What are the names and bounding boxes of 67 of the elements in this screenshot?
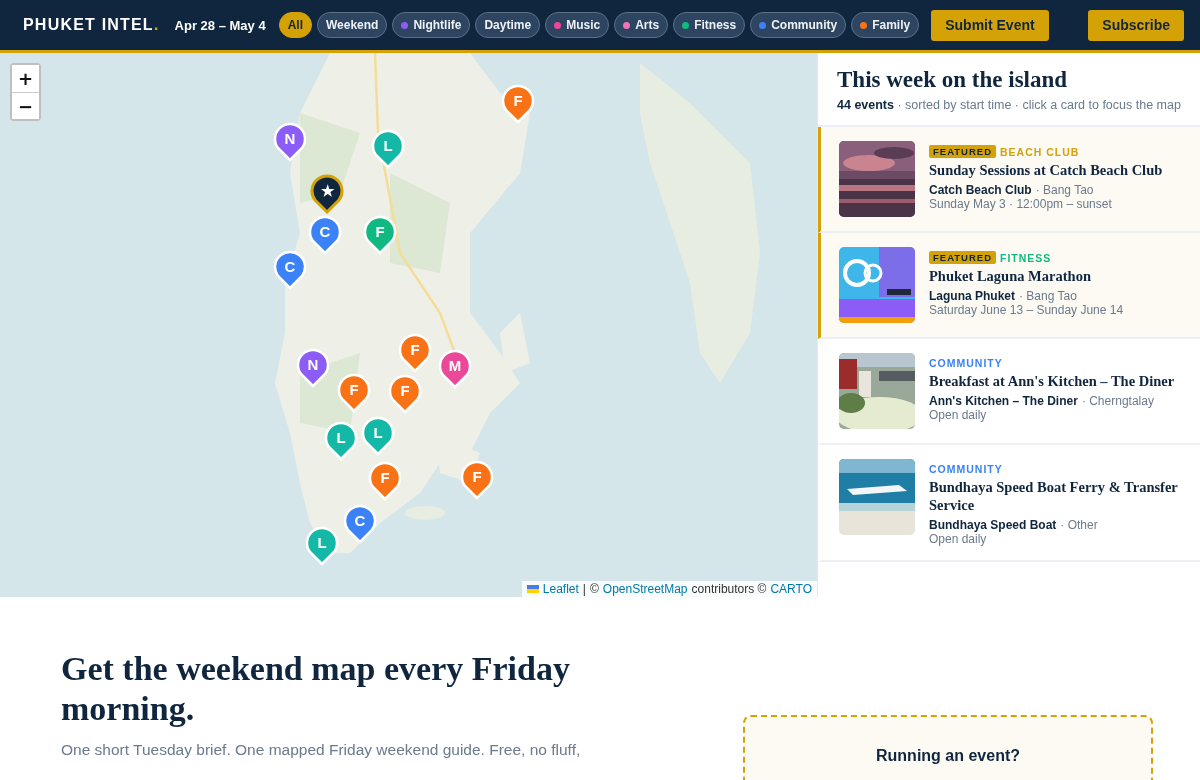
logo-dot: .	[153, 15, 159, 35]
map-marker[interactable]: N	[273, 122, 307, 162]
venue-name: Ann's Kitchen – The Diner	[929, 394, 1078, 408]
submit-event-button[interactable]: Submit Event	[931, 9, 1049, 41]
featured-badge: FEATURED	[929, 145, 997, 158]
map-marker[interactable]: C	[273, 250, 307, 290]
map-marker[interactable]: C	[343, 504, 377, 544]
event-time: Sunday May 3 · 12:00pm – sunset	[929, 197, 1113, 211]
filter-chip[interactable]: Family	[851, 12, 920, 38]
category-label: COMMUNITY	[929, 357, 1003, 369]
area-name: · Other	[1060, 518, 1098, 532]
carto-link[interactable]: CARTO	[770, 582, 812, 596]
filter-chip[interactable]: Daytime	[475, 12, 541, 38]
filter-chip[interactable]: Nightlife	[392, 12, 471, 38]
newsletter-heading: Get the weekend map every Friday morning.	[61, 649, 571, 729]
filter-chip[interactable]: Arts	[614, 12, 669, 38]
event-time: Open daily	[929, 408, 988, 422]
map-marker[interactable]: C	[308, 215, 342, 255]
event-card[interactable]: FEATURED BEACH CLUB Sunday Sessions at Catch Beach Club Catch Beach Club · Bang Tao Sunday May 3 · 12:00pm – sunset	[818, 127, 1200, 233]
area-name: · Bang Tao	[1035, 183, 1094, 197]
attribution-text: contributors ©	[691, 582, 767, 596]
subscribe-button[interactable]: Subscribe	[1088, 9, 1184, 41]
area-name: · Cherngtalay	[1081, 394, 1154, 408]
venue-name: Laguna Phuket	[929, 289, 1015, 303]
event-time: Saturday June 13 – Sunday June 14	[929, 303, 1124, 317]
event-time: Open daily	[929, 532, 988, 546]
event-title: Breakfast at Ann's Kitchen – The Diner	[929, 372, 1175, 390]
map-marker[interactable]: F	[388, 374, 422, 414]
separator: |	[582, 582, 586, 596]
event-title: Sunday Sessions at Catch Beach Club	[929, 161, 1163, 179]
logo[interactable]: PHUKET INTEL	[23, 16, 154, 34]
map-marker[interactable]: F	[337, 373, 371, 413]
map-marker[interactable]: F	[460, 460, 494, 500]
filter-chip[interactable]: Music	[545, 12, 610, 38]
event-title: Phuket Laguna Marathon	[929, 267, 1092, 285]
featured-badge: FEATURED	[929, 251, 997, 264]
map-marker[interactable]: N	[296, 348, 330, 388]
map-marker[interactable]: M	[438, 349, 472, 389]
promo-title: Running an event?	[876, 747, 1020, 766]
area-name: · Bang Tao	[1019, 289, 1077, 303]
event-card[interactable]: FEATURED FITNESS Phuket Laguna Marathon Laguna Phuket · Bang Tao Saturday June 13 – Sunday June 14	[818, 233, 1200, 339]
featured-map-marker[interactable]: ★	[310, 174, 344, 214]
map-marker[interactable]: F	[501, 84, 535, 124]
filter-chip[interactable]: Community	[750, 12, 847, 38]
filter-chip[interactable]: Weekend	[317, 12, 388, 38]
map-marker[interactable]: F	[363, 215, 397, 255]
event-card[interactable]: COMMUNITY Breakfast at Ann's Kitchen – The Diner Ann's Kitchen – The Diner · Cherngtalay Open daily	[818, 339, 1200, 445]
copyright-mark: ©	[590, 582, 599, 596]
map-marker[interactable]: F	[398, 333, 432, 373]
flag-icon	[526, 585, 539, 593]
category-label: COMMUNITY	[929, 463, 1003, 475]
sidebar-title: This week on the island	[837, 67, 1069, 93]
venue-name: Bundhaya Speed Boat	[929, 518, 1057, 532]
openstreetmap-link[interactable]: OpenStreetMap	[602, 582, 688, 596]
map-marker[interactable]: F	[368, 461, 402, 501]
event-card[interactable]: COMMUNITY Bundhaya Speed Boat Ferry & Transfer Service Bundhaya Speed Boat · Other Open daily	[818, 445, 1200, 562]
leaflet-link[interactable]: Leaflet	[542, 582, 579, 596]
category-label: FITNESS	[1000, 251, 1052, 264]
venue-name: Catch Beach Club	[929, 183, 1032, 197]
newsletter-text: One short Tuesday brief. One mapped Friday weekend guide. Free, no fluff,	[61, 741, 582, 759]
filter-chip[interactable]: Fitness	[673, 12, 746, 38]
filter-chip[interactable]: All	[278, 12, 312, 38]
zoom-out-button[interactable]: −	[12, 92, 39, 119]
event-title: Bundhaya Speed Boat Ferry & Transfer Service	[929, 478, 1179, 514]
date-range: Apr 28 – May 4	[174, 17, 266, 33]
sidebar-subtitle: 44 events · sorted by start time · click a card to focus the map	[837, 97, 1182, 113]
category-label: BEACH CLUB	[1000, 145, 1080, 158]
